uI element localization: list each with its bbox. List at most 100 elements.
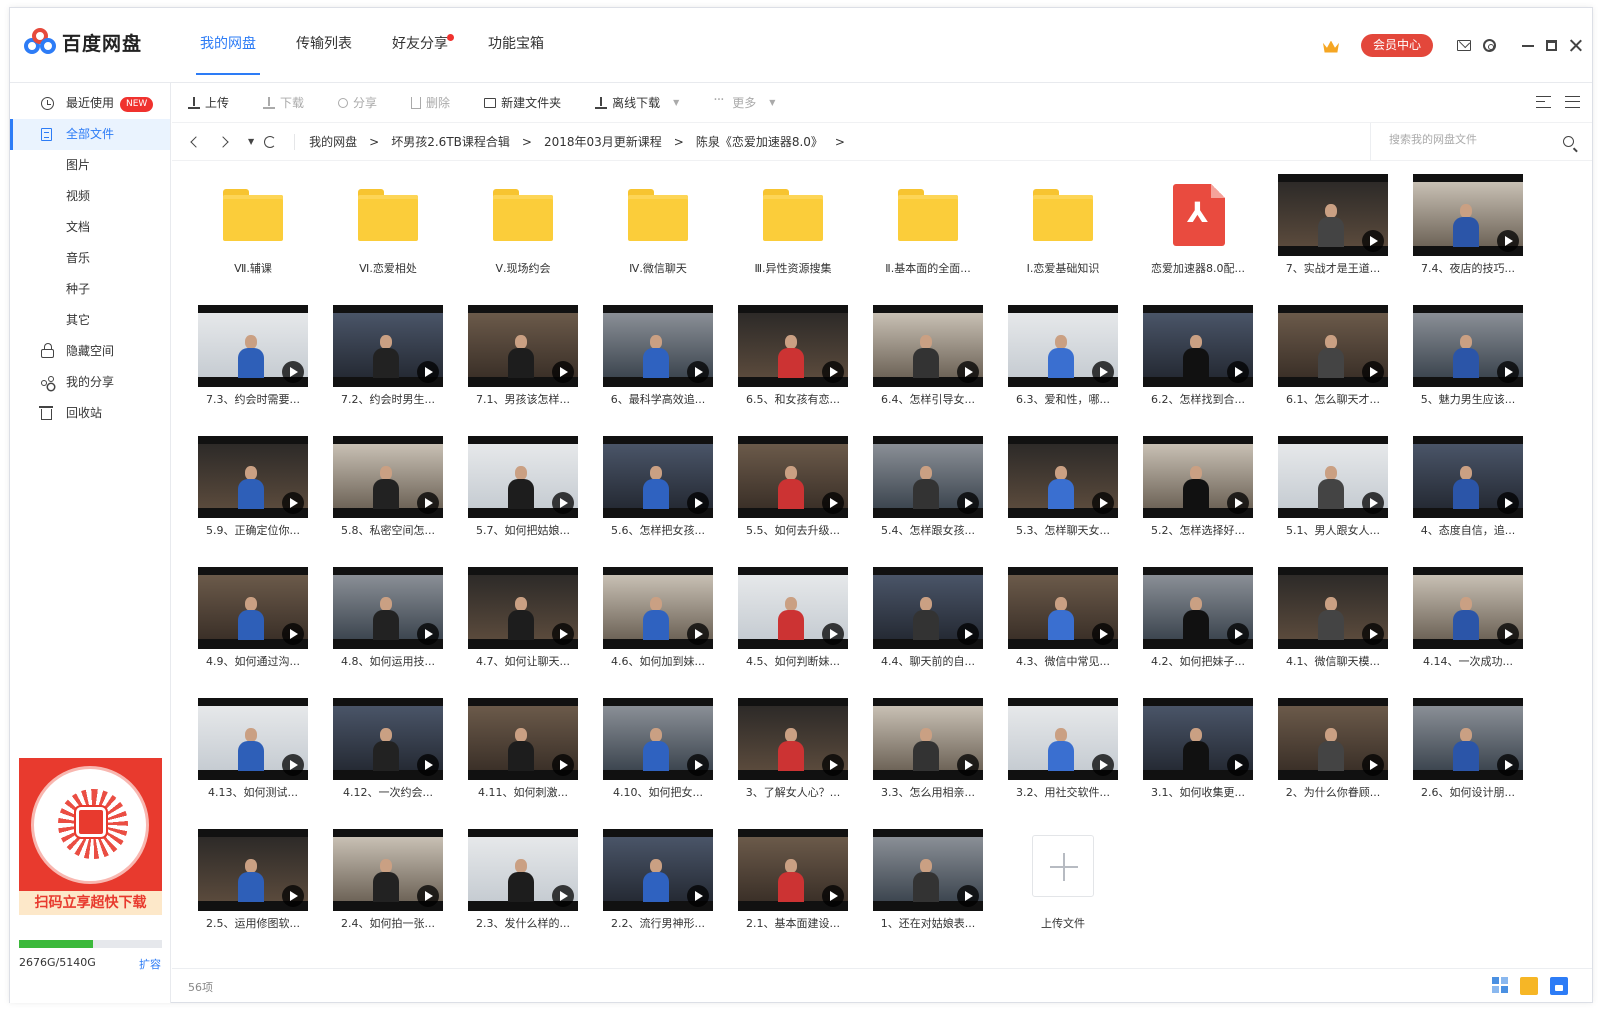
- close-icon[interactable]: [1569, 39, 1582, 52]
- sidebar-item-videos[interactable]: 视频: [10, 181, 170, 212]
- grid-view-icon[interactable]: [1492, 977, 1508, 993]
- tab-toolbox[interactable]: 功能宝箱: [468, 8, 564, 83]
- notes-icon[interactable]: [1520, 977, 1538, 995]
- sidebar-item-my-share[interactable]: 我的分享: [10, 367, 170, 398]
- folder-item[interactable]: Ⅶ.辅课: [180, 166, 315, 297]
- sidebar-item-images[interactable]: 图片: [10, 150, 170, 181]
- qr-promo-banner[interactable]: 扫码立享超快下载: [19, 758, 162, 915]
- video-file-item[interactable]: 7.3、约会时需要...: [180, 297, 315, 428]
- video-file-item[interactable]: 2.3、发什么样的...: [450, 821, 585, 952]
- video-file-item[interactable]: 4.12、一次约会...: [315, 690, 450, 821]
- search-input[interactable]: [1389, 133, 1549, 146]
- video-file-item[interactable]: 5.6、怎样把女孩...: [585, 428, 720, 559]
- chevron-down-icon[interactable]: ▼: [769, 98, 775, 107]
- more-button[interactable]: 更多 ▼: [713, 92, 775, 111]
- video-file-item[interactable]: 6.2、怎样找到合...: [1125, 297, 1260, 428]
- video-file-item[interactable]: 3.1、如何收集更...: [1125, 690, 1260, 821]
- video-file-item[interactable]: 4.4、聊天前的自...: [855, 559, 990, 690]
- video-file-item[interactable]: 7、实战才是王道...: [1260, 166, 1395, 297]
- video-file-item[interactable]: 5.3、怎样聊天女...: [990, 428, 1125, 559]
- sidebar-item-all-files[interactable]: 全部文件: [10, 119, 170, 150]
- video-file-item[interactable]: 6、最科学高效追...: [585, 297, 720, 428]
- sidebar-item-hidden-space[interactable]: 隐藏空间: [10, 336, 170, 367]
- video-file-item[interactable]: 5.5、如何去升级...: [720, 428, 855, 559]
- breadcrumb-separator[interactable]: >: [835, 135, 845, 149]
- video-file-item[interactable]: 4.6、如何加到妹...: [585, 559, 720, 690]
- video-file-item[interactable]: 4.3、微信中常见...: [990, 559, 1125, 690]
- crown-icon[interactable]: [1323, 39, 1339, 53]
- folder-item[interactable]: Ⅵ.恋爱相处: [315, 166, 450, 297]
- video-file-item[interactable]: 4.11、如何刺激...: [450, 690, 585, 821]
- safe-box-icon[interactable]: [1550, 977, 1568, 995]
- gear-icon[interactable]: [1483, 39, 1496, 52]
- video-file-item[interactable]: 5、魅力男生应该...: [1395, 297, 1530, 428]
- video-file-item[interactable]: 3.3、怎么用相亲...: [855, 690, 990, 821]
- video-file-item[interactable]: 3.2、用社交软件...: [990, 690, 1125, 821]
- video-file-item[interactable]: 4.13、如何测试...: [180, 690, 315, 821]
- vip-center-button[interactable]: 会员中心: [1360, 34, 1433, 57]
- video-file-item[interactable]: 4.2、如何把妹子...: [1125, 559, 1260, 690]
- video-file-item[interactable]: 2.2、流行男神形...: [585, 821, 720, 952]
- sidebar-item-recent[interactable]: 最近使用 NEW: [10, 88, 170, 119]
- sidebar-item-music[interactable]: 音乐: [10, 243, 170, 274]
- sidebar-item-torrents[interactable]: 种子: [10, 274, 170, 305]
- share-button[interactable]: 分享: [338, 94, 377, 111]
- video-file-item[interactable]: 4.7、如何让聊天...: [450, 559, 585, 690]
- video-file-item[interactable]: 6.1、怎么聊天才...: [1260, 297, 1395, 428]
- folder-item[interactable]: Ⅱ.基本面的全面...: [855, 166, 990, 297]
- video-file-item[interactable]: 5.7、如何把姑娘...: [450, 428, 585, 559]
- breadcrumb-item[interactable]: 2018年03月更新课程: [544, 133, 662, 150]
- refresh-icon[interactable]: [264, 135, 277, 148]
- mail-icon[interactable]: [1457, 40, 1471, 51]
- chevron-down-icon[interactable]: ▼: [673, 98, 679, 107]
- video-file-item[interactable]: 5.8、私密空间怎...: [315, 428, 450, 559]
- video-file-item[interactable]: 7.4、夜店的技巧...: [1395, 166, 1530, 297]
- video-file-item[interactable]: 5.1、男人跟女人...: [1260, 428, 1395, 559]
- video-file-item[interactable]: 2.5、运用修图软...: [180, 821, 315, 952]
- video-file-item[interactable]: 5.4、怎样跟女孩...: [855, 428, 990, 559]
- video-file-item[interactable]: 4.5、如何判断妹...: [720, 559, 855, 690]
- video-file-item[interactable]: 4、态度自信，追...: [1395, 428, 1530, 559]
- video-file-item[interactable]: 4.8、如何运用技...: [315, 559, 450, 690]
- history-dropdown-icon[interactable]: ▼: [248, 137, 254, 146]
- video-file-item[interactable]: 6.3、爱和性，哪...: [990, 297, 1125, 428]
- folder-item[interactable]: Ⅳ.微信聊天: [585, 166, 720, 297]
- list-view-icon[interactable]: [1565, 96, 1580, 108]
- video-file-item[interactable]: 7.2、约会时男生...: [315, 297, 450, 428]
- download-button[interactable]: 下载: [263, 94, 304, 111]
- video-file-item[interactable]: 4.10、如何把女...: [585, 690, 720, 821]
- sort-icon[interactable]: [1536, 96, 1551, 108]
- sidebar-item-other[interactable]: 其它: [10, 305, 170, 336]
- delete-button[interactable]: 删除: [411, 94, 450, 111]
- search-icon[interactable]: [1563, 136, 1574, 147]
- video-file-item[interactable]: 1、还在对姑娘表...: [855, 821, 990, 952]
- minimize-icon[interactable]: [1522, 44, 1534, 47]
- video-file-item[interactable]: 5.2、怎样选择好...: [1125, 428, 1260, 559]
- folder-item[interactable]: Ⅲ.异性资源搜集: [720, 166, 855, 297]
- folder-item[interactable]: Ⅴ.现场约会: [450, 166, 585, 297]
- upload-button[interactable]: 上传: [188, 94, 229, 111]
- sidebar-item-documents[interactable]: 文档: [10, 212, 170, 243]
- video-file-item[interactable]: 4.14、一次成功...: [1395, 559, 1530, 690]
- video-file-item[interactable]: 3、了解女人心？...: [720, 690, 855, 821]
- video-file-item[interactable]: 2、为什么你眷顾...: [1260, 690, 1395, 821]
- sidebar-item-recycle-bin[interactable]: 回收站: [10, 398, 170, 429]
- video-file-item[interactable]: 4.1、微信聊天模...: [1260, 559, 1395, 690]
- tab-friend-share[interactable]: 好友分享: [372, 8, 468, 83]
- folder-item[interactable]: Ⅰ.恋爱基础知识: [990, 166, 1125, 297]
- forward-icon[interactable]: [218, 135, 232, 149]
- breadcrumb-item[interactable]: 陈泉《恋爱加速器8.0》: [696, 133, 823, 150]
- new-folder-button[interactable]: 新建文件夹: [484, 94, 561, 111]
- video-file-item[interactable]: 7.1、男孩该怎样...: [450, 297, 585, 428]
- tab-transfer-list[interactable]: 传输列表: [276, 8, 372, 83]
- pdf-file-item[interactable]: 恋爱加速器8.0配...: [1125, 166, 1260, 297]
- video-file-item[interactable]: 6.5、和女孩有恋...: [720, 297, 855, 428]
- breadcrumb-item[interactable]: 坏男孩2.6TB课程合辑: [391, 133, 510, 150]
- video-file-item[interactable]: 2.6、如何设计朋...: [1395, 690, 1530, 821]
- video-file-item[interactable]: 2.4、如何拍一张...: [315, 821, 450, 952]
- upload-file-tile[interactable]: 上传文件: [990, 821, 1125, 952]
- video-file-item[interactable]: 5.9、正确定位你...: [180, 428, 315, 559]
- breadcrumb-item[interactable]: 我的网盘: [309, 133, 357, 150]
- video-file-item[interactable]: 6.4、怎样引导女...: [855, 297, 990, 428]
- maximize-icon[interactable]: [1546, 40, 1557, 51]
